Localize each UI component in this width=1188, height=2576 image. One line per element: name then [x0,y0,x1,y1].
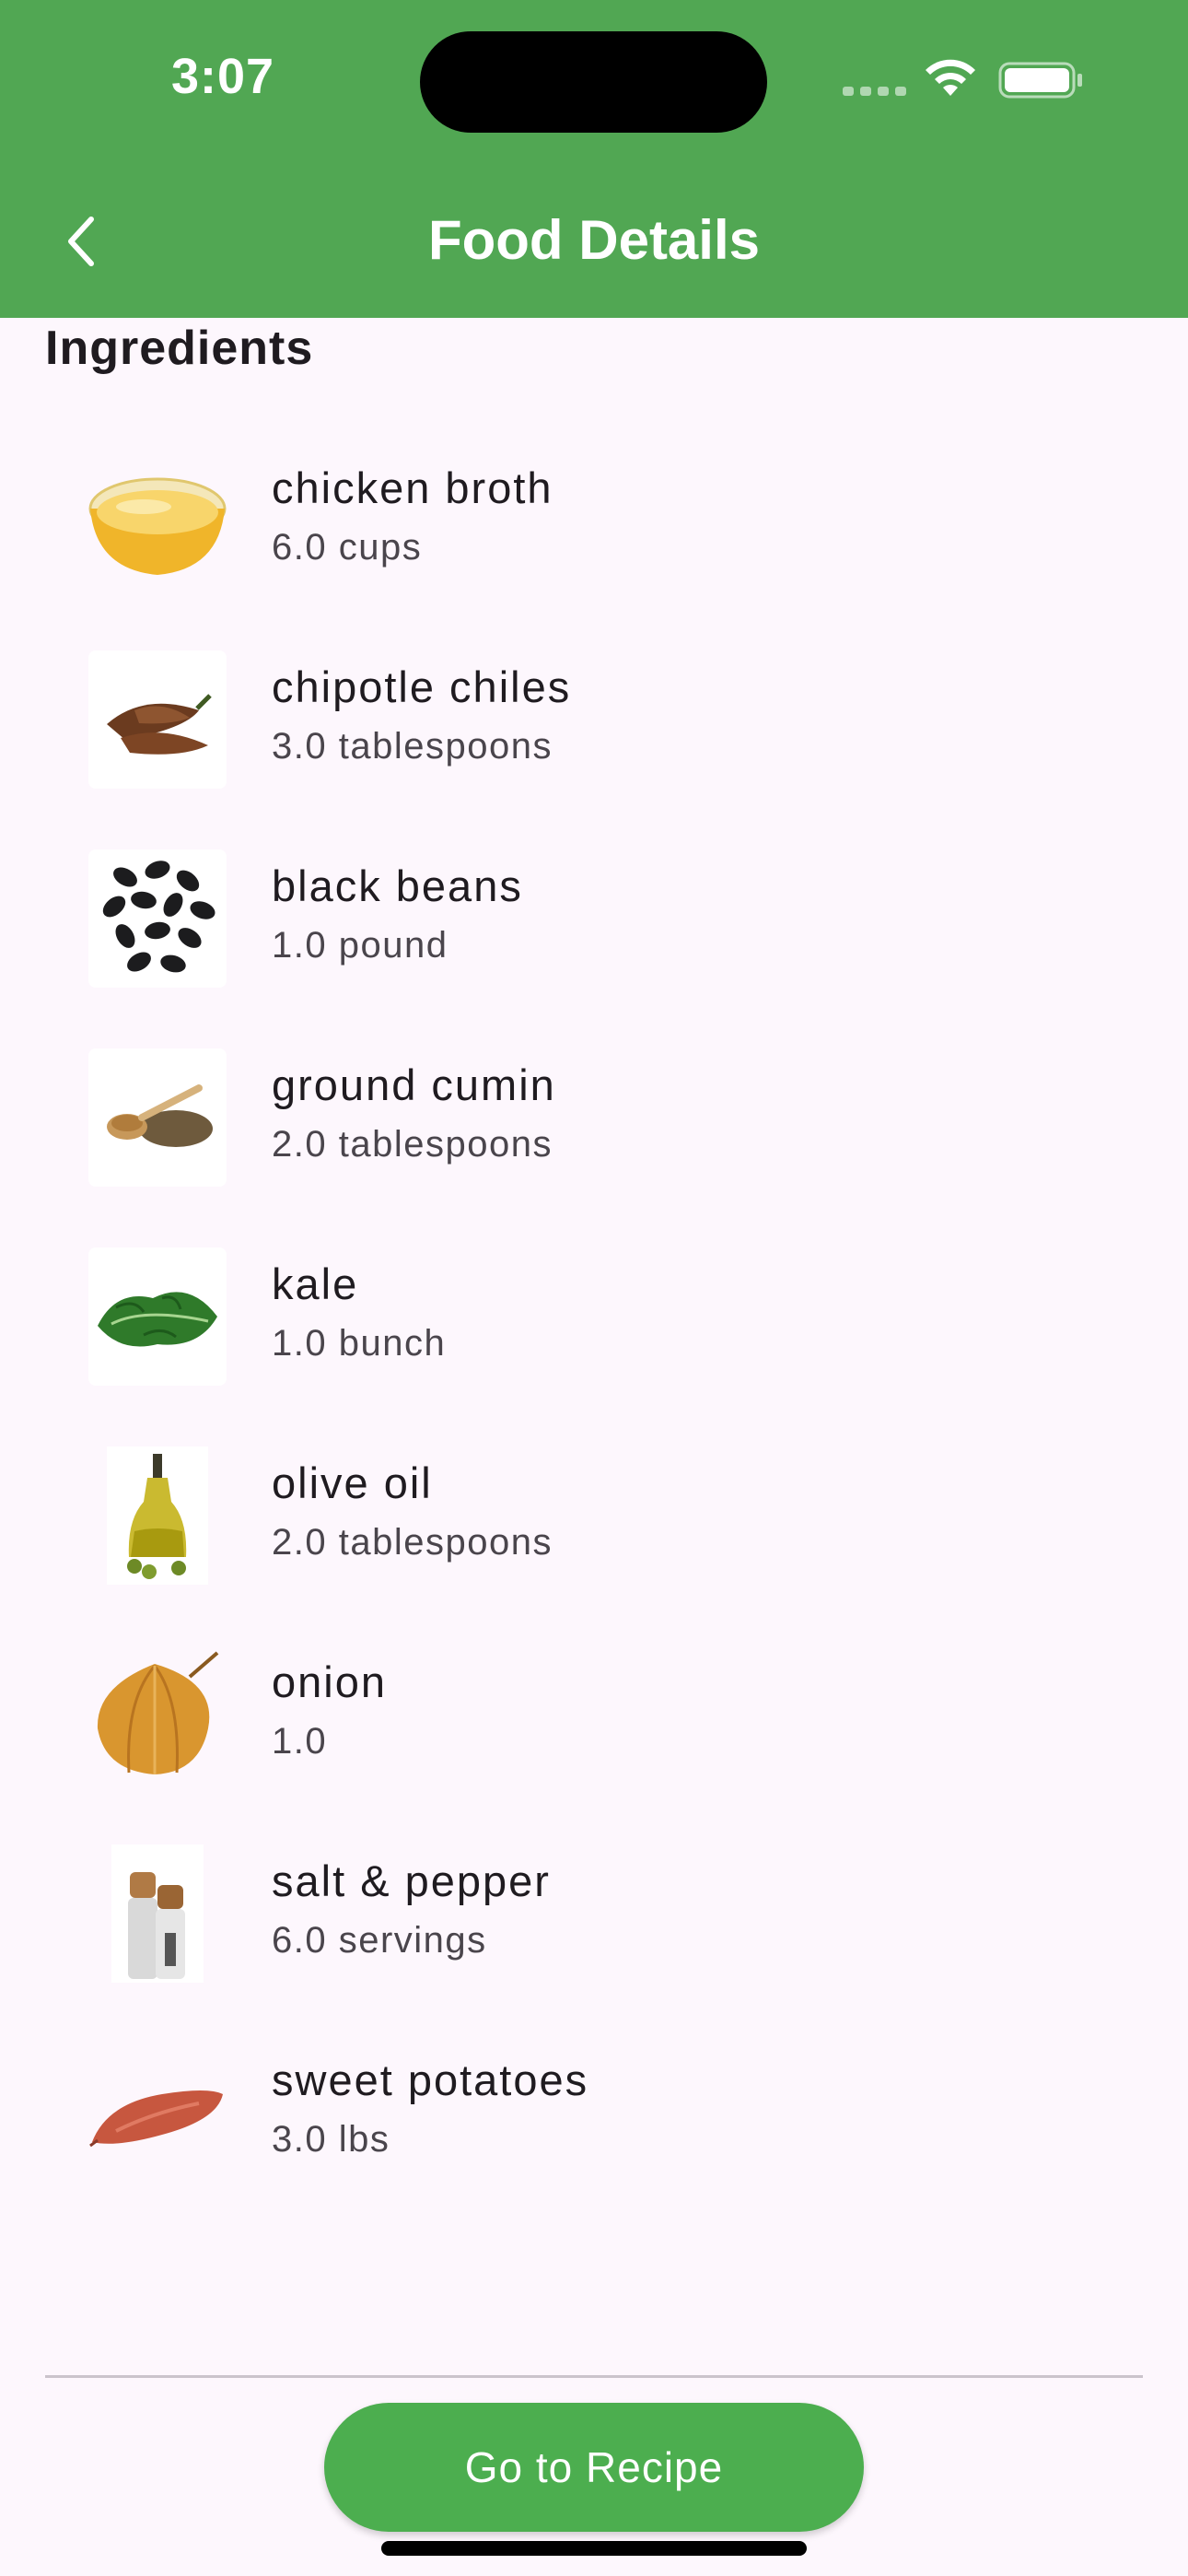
ingredient-name: ground cumin [272,1060,556,1109]
status-time: 3:07 [171,49,275,104]
ingredient-amount: 3.0 tablespoons [272,726,553,767]
ingredient-name: salt & pepper [272,1856,551,1905]
ingredient-name: black beans [272,861,523,910]
go-to-recipe-button[interactable]: Go to Recipe [324,2403,864,2532]
ingredient-amount: 3.0 lbs [272,2119,390,2160]
spoon-of-cumin-icon [88,1048,227,1187]
wifi-icon [926,59,975,96]
onion-icon [88,1645,227,1784]
cellular-signal-icon [843,87,906,96]
ingredient-item: black beans 1.0 pound [0,822,1188,1021]
ingredient-name: chipotle chiles [272,662,572,711]
ingredient-item: sweet potatoes 3.0 lbs [0,2016,1188,2215]
ingredient-amount: 1.0 bunch [272,1323,447,1364]
ingredient-list: chicken broth 6.0 cups chipotle chiles 3… [0,424,1188,2215]
salt-pepper-mills-icon [88,1844,227,1983]
ingredient-item: chicken broth 6.0 cups [0,424,1188,623]
ingredient-item: chipotle chiles 3.0 tablespoons [0,623,1188,822]
ingredient-name: sweet potatoes [272,2055,589,2104]
ingredient-name: onion [272,1657,387,1706]
ingredient-item: ground cumin 2.0 tablespoons [0,1021,1188,1220]
ingredient-amount: 1.0 [272,1721,328,1762]
bowl-of-broth-icon [88,451,227,590]
ingredient-item: olive oil 2.0 tablespoons [0,1419,1188,1618]
footer-divider [45,2375,1143,2378]
olive-oil-bottle-icon [88,1446,227,1585]
ingredient-name: chicken broth [272,463,553,512]
ingredient-name: olive oil [272,1458,433,1507]
home-indicator [381,2541,807,2556]
app-bar: 3:07 Food Details [0,0,1188,318]
ingredient-amount: 2.0 tablespoons [272,1124,553,1165]
ingredient-item: salt & pepper 6.0 servings [0,1817,1188,2016]
dried-chiles-icon [88,650,227,789]
ingredient-item: onion 1.0 [0,1618,1188,1817]
ingredients-heading: Ingredients [45,322,314,375]
ingredient-amount: 6.0 cups [272,527,423,568]
ingredient-amount: 6.0 servings [272,1920,487,1961]
dynamic-island [420,31,767,133]
sweet-potato-icon [88,2043,227,2182]
ingredient-amount: 2.0 tablespoons [272,1522,553,1563]
page-title: Food Details [427,209,761,271]
ingredient-item: kale 1.0 bunch [0,1220,1188,1419]
black-beans-icon [88,849,227,988]
kale-leaf-icon [88,1247,227,1386]
battery-icon [998,62,1082,99]
ingredient-amount: 1.0 pound [272,925,448,966]
ingredient-name: kale [272,1259,359,1308]
